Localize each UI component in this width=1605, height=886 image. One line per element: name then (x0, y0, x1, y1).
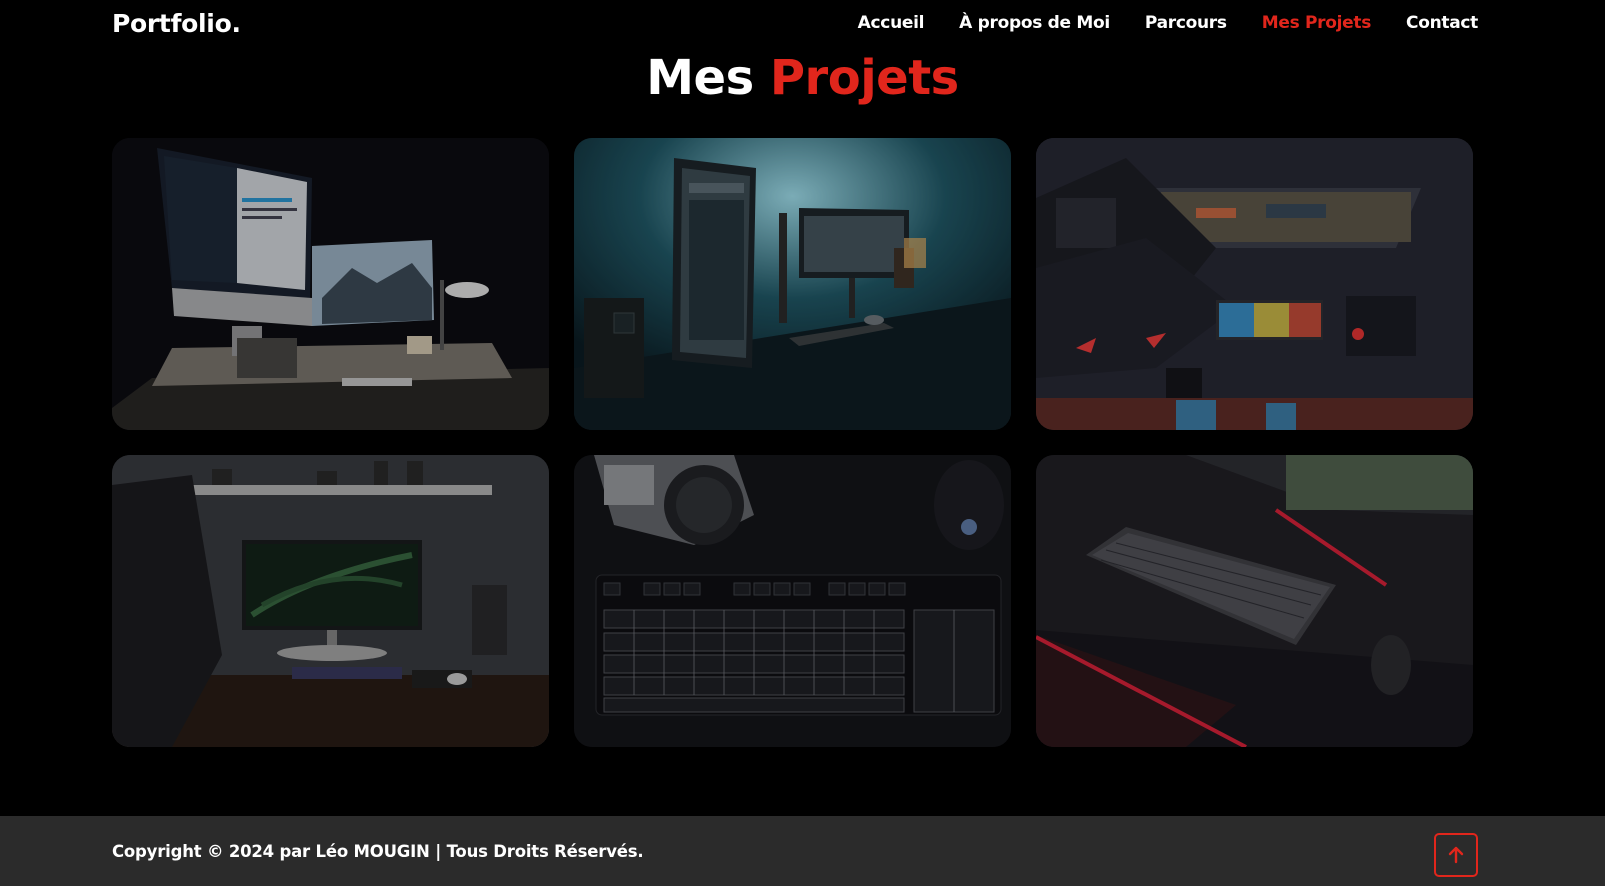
project-card[interactable] (574, 138, 1011, 430)
desk-setup-image (112, 138, 549, 430)
arrow-up-icon (1448, 846, 1464, 864)
scroll-top-button[interactable] (1434, 833, 1478, 877)
projects-grid (112, 138, 1475, 747)
keyboard-camera-image (574, 455, 1011, 747)
keyboard-mouse-image (1036, 455, 1473, 747)
nav-link-accueil[interactable]: Accueil (858, 13, 925, 33)
page: Portfolio. Accueil À propos de Moi Parco… (0, 0, 1605, 886)
main-nav: Accueil À propos de Moi Parcours Mes Pro… (858, 13, 1479, 33)
desk-setup-image (1036, 138, 1473, 430)
section-title-main: Mes (646, 50, 754, 106)
project-card[interactable] (112, 455, 549, 747)
nav-link-parcours[interactable]: Parcours (1145, 13, 1227, 33)
nav-link-a-propos[interactable]: À propos de Moi (959, 13, 1110, 33)
site-header: Portfolio. Accueil À propos de Moi Parco… (0, 0, 1605, 46)
project-card[interactable] (112, 138, 549, 430)
project-card[interactable] (1036, 138, 1473, 430)
desk-setup-image (574, 138, 1011, 430)
section-title: Mes Projets (0, 50, 1605, 106)
logo[interactable]: Portfolio. (112, 9, 241, 38)
project-card[interactable] (574, 455, 1011, 747)
copyright-text: Copyright © 2024 par Léo MOUGIN | Tous D… (112, 841, 644, 861)
site-footer: Copyright © 2024 par Léo MOUGIN | Tous D… (0, 816, 1605, 886)
nav-link-contact[interactable]: Contact (1406, 13, 1478, 33)
section-title-accent: Projets (769, 50, 959, 106)
project-card[interactable] (1036, 455, 1473, 747)
nav-link-mes-projets[interactable]: Mes Projets (1262, 13, 1372, 33)
desk-setup-image (112, 455, 549, 747)
